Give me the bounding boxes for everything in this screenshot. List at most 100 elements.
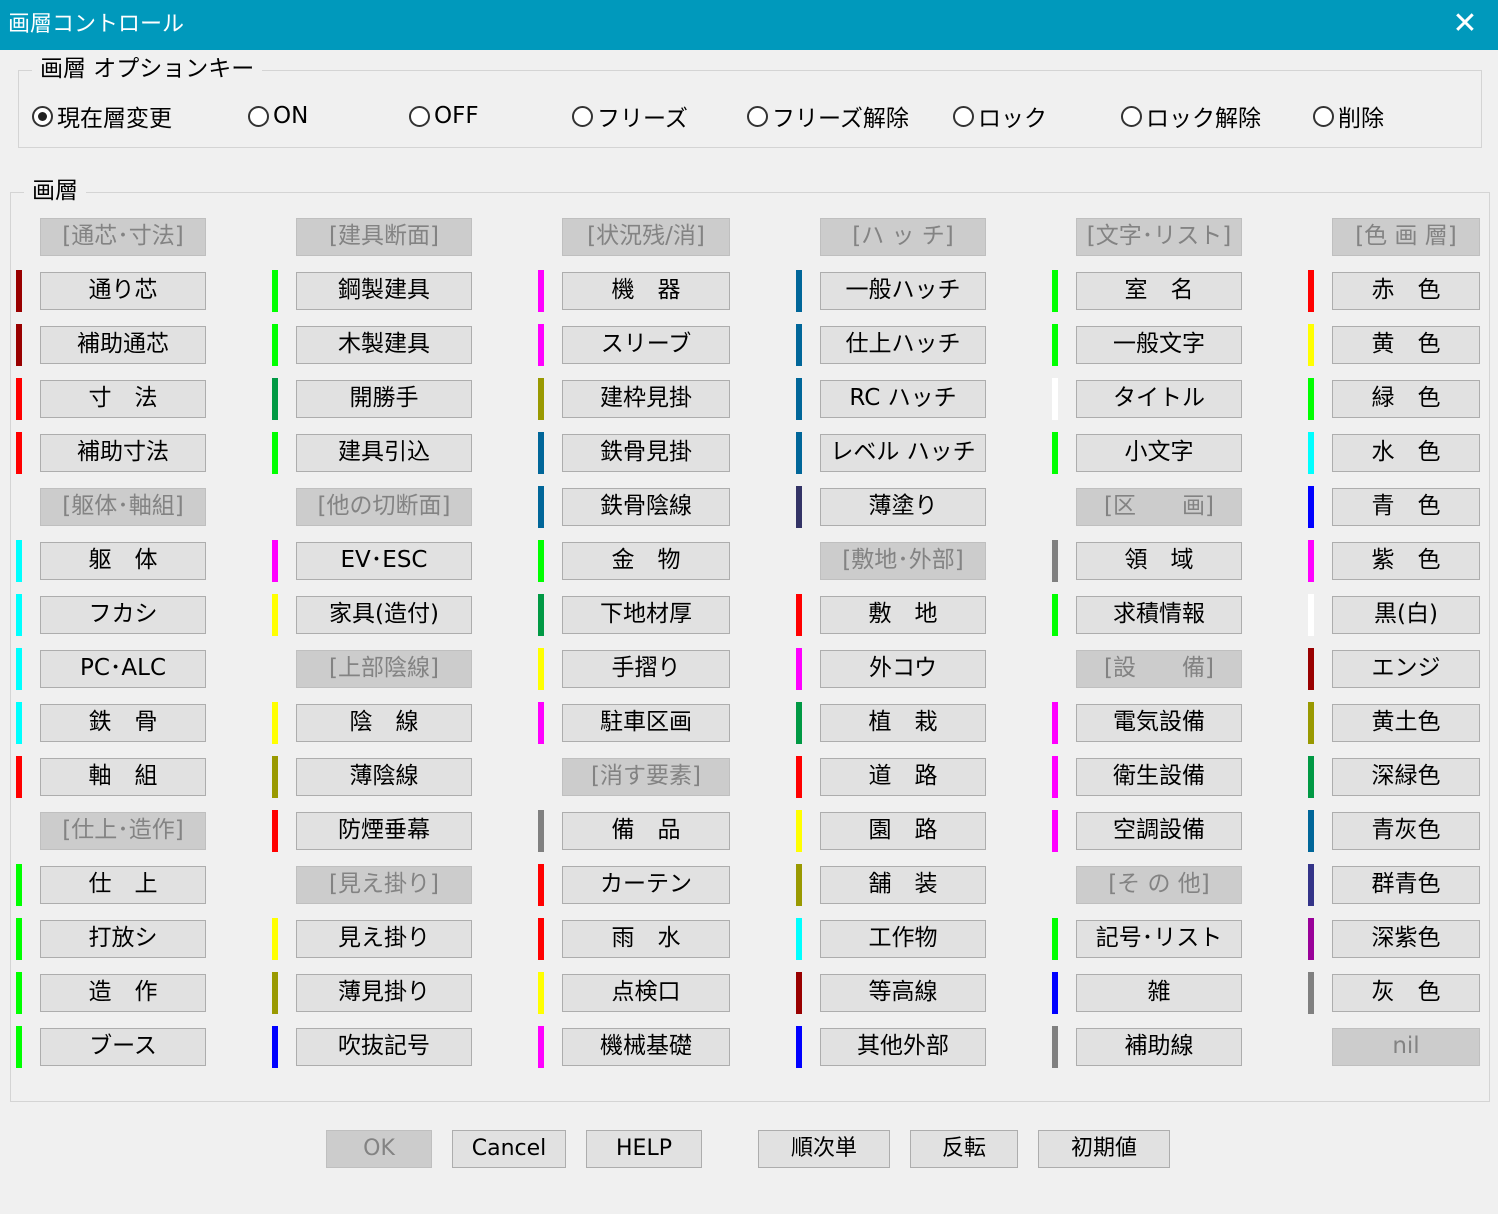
layer-button[interactable]: 黄土色 xyxy=(1332,704,1480,742)
layer-button[interactable]: 吹抜記号 xyxy=(296,1028,472,1066)
layer-category-button[interactable]: [消す要素] xyxy=(562,758,730,796)
layer-button[interactable]: 見え掛り xyxy=(296,920,472,958)
layer-category-button[interactable]: nil xyxy=(1332,1028,1480,1066)
layer-button[interactable]: 機 器 xyxy=(562,272,730,310)
layer-button[interactable]: 開勝手 xyxy=(296,380,472,418)
sequential-button[interactable]: 順次単 xyxy=(758,1130,890,1168)
layer-button[interactable]: 備 品 xyxy=(562,812,730,850)
layer-button[interactable]: 雑 xyxy=(1076,974,1242,1012)
layer-button[interactable]: 一般文字 xyxy=(1076,326,1242,364)
layer-button[interactable]: PC･ALC xyxy=(40,650,206,688)
layer-button[interactable]: 薄陰線 xyxy=(296,758,472,796)
layer-button[interactable]: 外コウ xyxy=(820,650,986,688)
layer-button[interactable]: 道 路 xyxy=(820,758,986,796)
layer-button[interactable]: 家具(造付) xyxy=(296,596,472,634)
layer-button[interactable]: 通り芯 xyxy=(40,272,206,310)
layer-category-button[interactable]: [状況残/消] xyxy=(562,218,730,256)
default-button[interactable]: 初期値 xyxy=(1038,1130,1170,1168)
layer-category-button[interactable]: [仕上･造作] xyxy=(40,812,206,850)
layer-button[interactable]: 青灰色 xyxy=(1332,812,1480,850)
layer-button[interactable]: 建枠見掛 xyxy=(562,380,730,418)
radio-circle-icon[interactable] xyxy=(32,105,53,127)
layer-button[interactable]: 木製建具 xyxy=(296,326,472,364)
layer-button[interactable]: 躯 体 xyxy=(40,542,206,580)
layer-button[interactable]: 空調設備 xyxy=(1076,812,1242,850)
layer-button[interactable]: 軸 組 xyxy=(40,758,206,796)
layer-category-button[interactable]: [建具断面] xyxy=(296,218,472,256)
radio-circle-icon[interactable] xyxy=(953,105,974,127)
help-button[interactable]: HELP xyxy=(586,1130,702,1168)
option-radio-7[interactable]: 削除 xyxy=(1313,100,1384,132)
layer-button[interactable]: 寸 法 xyxy=(40,380,206,418)
layer-category-button[interactable]: [色 画 層] xyxy=(1332,218,1480,256)
layer-button[interactable]: 機械基礎 xyxy=(562,1028,730,1066)
layer-button[interactable]: 深緑色 xyxy=(1332,758,1480,796)
layer-button[interactable]: 工作物 xyxy=(820,920,986,958)
layer-button[interactable]: 一般ハッチ xyxy=(820,272,986,310)
layer-button[interactable]: 舗 装 xyxy=(820,866,986,904)
layer-button[interactable]: 仕 上 xyxy=(40,866,206,904)
layer-category-button[interactable]: [敷地･外部] xyxy=(820,542,986,580)
layer-button[interactable]: 鉄骨見掛 xyxy=(562,434,730,472)
layer-button[interactable]: 等高線 xyxy=(820,974,986,1012)
layer-button[interactable]: 防煙垂幕 xyxy=(296,812,472,850)
layer-button[interactable]: 衛生設備 xyxy=(1076,758,1242,796)
layer-button[interactable]: 領 域 xyxy=(1076,542,1242,580)
layer-button[interactable]: 手摺り xyxy=(562,650,730,688)
invert-button[interactable]: 反転 xyxy=(910,1130,1018,1168)
layer-button[interactable]: 水 色 xyxy=(1332,434,1480,472)
layer-button[interactable]: 其他外部 xyxy=(820,1028,986,1066)
layer-button[interactable]: 造 作 xyxy=(40,974,206,1012)
layer-category-button[interactable]: [他の切断面] xyxy=(296,488,472,526)
layer-button[interactable]: 補助寸法 xyxy=(40,434,206,472)
layer-button[interactable]: 金 物 xyxy=(562,542,730,580)
radio-circle-icon[interactable] xyxy=(572,105,593,127)
layer-category-button[interactable]: [上部陰線] xyxy=(296,650,472,688)
layer-button[interactable]: 雨 水 xyxy=(562,920,730,958)
layer-button[interactable]: 打放シ xyxy=(40,920,206,958)
layer-button[interactable]: スリーブ xyxy=(562,326,730,364)
radio-circle-icon[interactable] xyxy=(409,105,430,127)
option-radio-0[interactable]: 現在層変更 xyxy=(32,100,172,132)
option-radio-5[interactable]: ロック xyxy=(953,100,1047,132)
layer-button[interactable]: 補助線 xyxy=(1076,1028,1242,1066)
layer-button[interactable]: フカシ xyxy=(40,596,206,634)
layer-category-button[interactable]: [区 画] xyxy=(1076,488,1242,526)
layer-button[interactable]: 鋼製建具 xyxy=(296,272,472,310)
layer-button[interactable]: 園 路 xyxy=(820,812,986,850)
option-radio-1[interactable]: ON xyxy=(248,100,308,132)
radio-circle-icon[interactable] xyxy=(248,105,269,127)
layer-category-button[interactable]: [ハ ッ チ] xyxy=(820,218,986,256)
layer-category-button[interactable]: [通芯･寸法] xyxy=(40,218,206,256)
option-radio-4[interactable]: フリーズ解除 xyxy=(747,100,909,132)
layer-button[interactable]: 補助通芯 xyxy=(40,326,206,364)
layer-button[interactable]: 電気設備 xyxy=(1076,704,1242,742)
layer-button[interactable]: 鉄骨陰線 xyxy=(562,488,730,526)
layer-button[interactable]: 鉄 骨 xyxy=(40,704,206,742)
layer-button[interactable]: 群青色 xyxy=(1332,866,1480,904)
layer-category-button[interactable]: [見え掛り] xyxy=(296,866,472,904)
layer-category-button[interactable]: [文字･リスト] xyxy=(1076,218,1242,256)
layer-button[interactable]: 求積情報 xyxy=(1076,596,1242,634)
layer-category-button[interactable]: [躯体･軸組] xyxy=(40,488,206,526)
layer-button[interactable]: 建具引込 xyxy=(296,434,472,472)
layer-button[interactable]: 植 栽 xyxy=(820,704,986,742)
layer-button[interactable]: RC ハッチ xyxy=(820,380,986,418)
radio-circle-icon[interactable] xyxy=(1313,105,1334,127)
layer-button[interactable]: 深紫色 xyxy=(1332,920,1480,958)
layer-button[interactable]: 小文字 xyxy=(1076,434,1242,472)
layer-button[interactable]: 記号･リスト xyxy=(1076,920,1242,958)
option-radio-2[interactable]: OFF xyxy=(409,100,479,132)
layer-button[interactable]: 駐車区画 xyxy=(562,704,730,742)
layer-button[interactable]: 緑 色 xyxy=(1332,380,1480,418)
layer-category-button[interactable]: [そ の 他] xyxy=(1076,866,1242,904)
layer-button[interactable]: エンジ xyxy=(1332,650,1480,688)
layer-button[interactable]: EV･ESC xyxy=(296,542,472,580)
layer-button[interactable]: 赤 色 xyxy=(1332,272,1480,310)
layer-button[interactable]: タイトル xyxy=(1076,380,1242,418)
option-radio-3[interactable]: フリーズ xyxy=(572,100,688,132)
layer-button[interactable]: 紫 色 xyxy=(1332,542,1480,580)
layer-button[interactable]: 陰 線 xyxy=(296,704,472,742)
layer-button[interactable]: カーテン xyxy=(562,866,730,904)
radio-circle-icon[interactable] xyxy=(1121,105,1142,127)
